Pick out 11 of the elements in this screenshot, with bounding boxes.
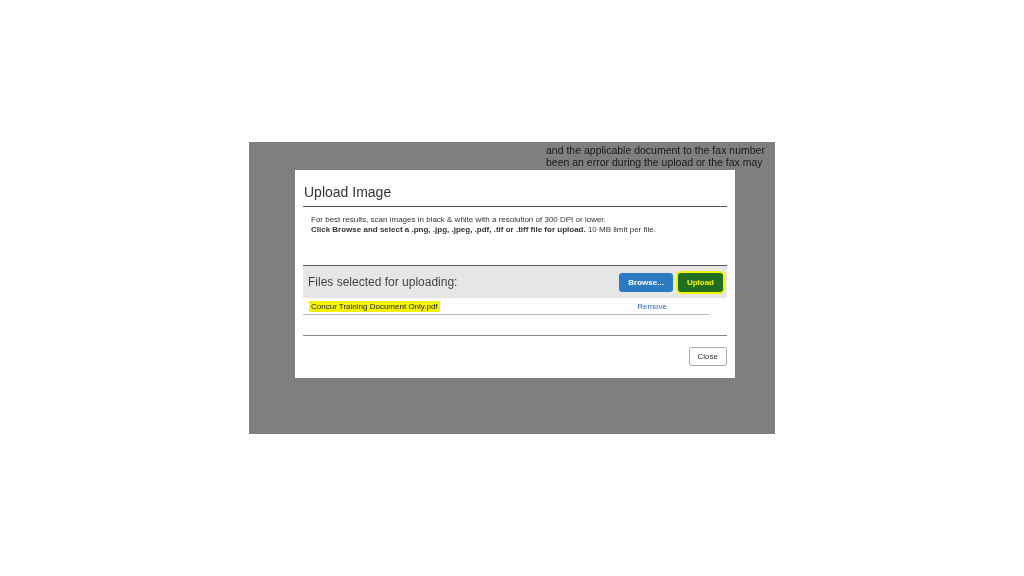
file-name: Concur Training Document Only.pdf — [309, 300, 440, 312]
dialog-title: Upload Image — [303, 182, 727, 207]
upload-button[interactable]: Upload — [677, 272, 723, 292]
instruction-text: Click Browse and select a .png, .jpg, .jpeg, .pdf, .tif or .tiff file for upload. 10 MB limit per file. — [311, 225, 657, 235]
close-button[interactable]: Close — [688, 347, 727, 366]
background-text: been an error during the upload or the fax may — [546, 156, 764, 168]
files-heading: Files selected for uploading: — [308, 275, 459, 289]
instruction-text: For best results, scan images in black & white with a resolution of 300 DPI or lower. — [311, 215, 607, 225]
browse-button[interactable]: Browse... — [619, 272, 673, 292]
background-text: and the applicable document to the fax number — [546, 144, 766, 156]
remove-link[interactable]: Remove — [637, 301, 667, 311]
